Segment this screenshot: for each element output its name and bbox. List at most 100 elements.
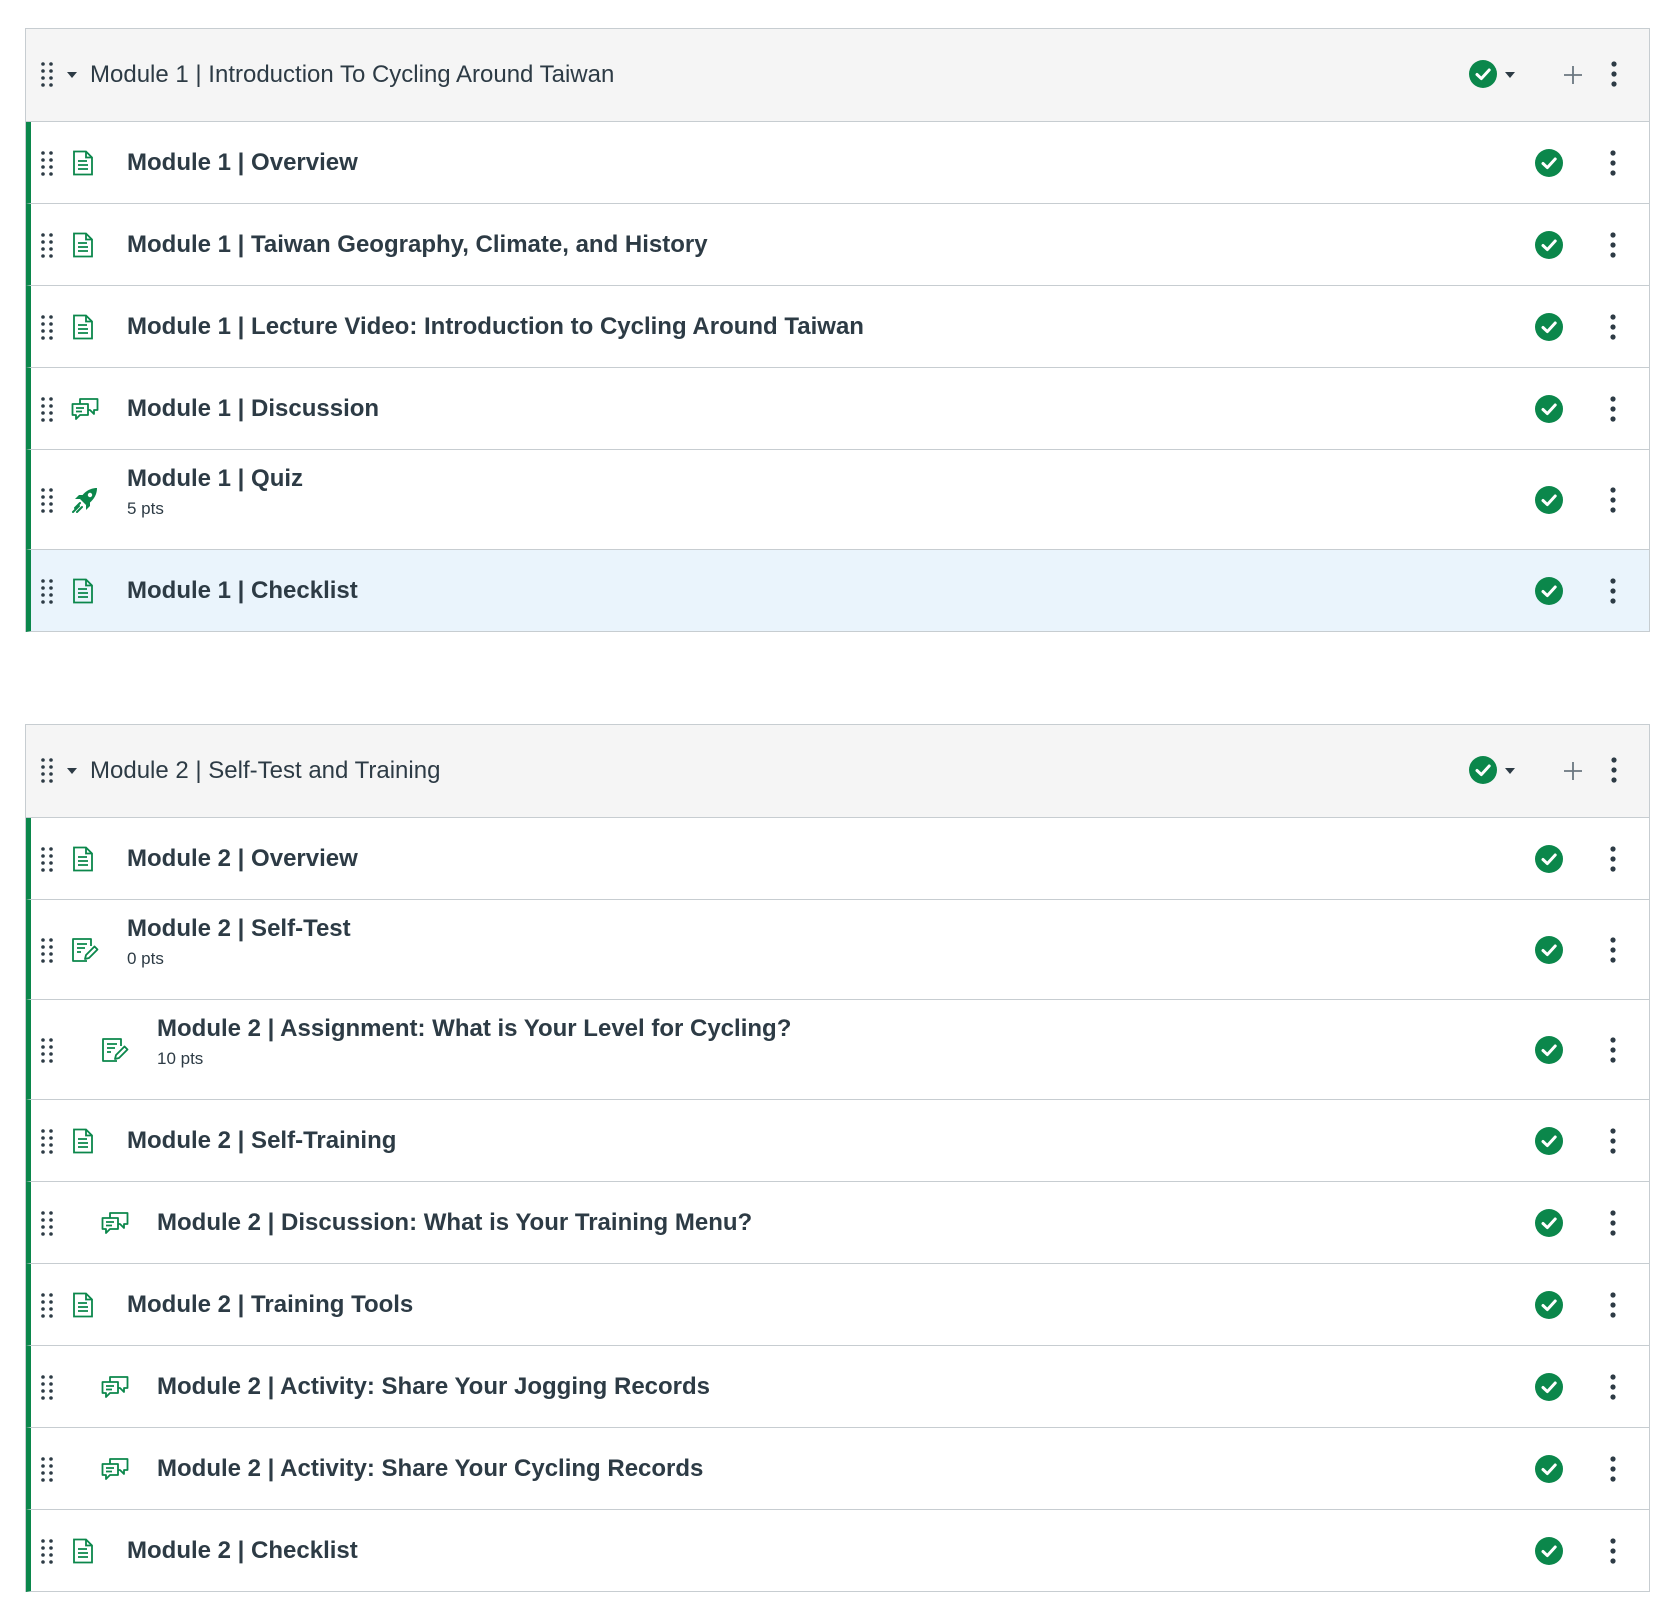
item-published-icon[interactable] <box>1535 312 1563 341</box>
item-title-link[interactable]: Module 1 | Overview <box>127 148 358 178</box>
item-options-icon[interactable] <box>1609 1455 1617 1482</box>
item-title-link[interactable]: Module 2 | Discussion: What is Your Trai… <box>157 1208 752 1238</box>
item-published-icon[interactable] <box>1535 485 1563 514</box>
drag-handle-icon[interactable] <box>40 396 54 422</box>
item-title-link[interactable]: Module 2 | Activity: Share Your Jogging … <box>157 1372 710 1402</box>
item-text: Module 2 | Activity: Share Your Cycling … <box>157 1454 703 1484</box>
item-text: Module 1 | Taiwan Geography, Climate, an… <box>127 230 708 260</box>
drag-handle-icon[interactable] <box>40 232 54 258</box>
module-item[interactable]: Module 2 | Activity: Share Your Cycling … <box>26 1428 1649 1510</box>
item-options-icon[interactable] <box>1609 1537 1617 1564</box>
item-options-icon[interactable] <box>1609 149 1617 176</box>
module-1: Module 1 | Introduction To Cycling Aroun… <box>25 28 1650 632</box>
publish-menu-caret-icon[interactable] <box>1504 70 1516 80</box>
item-title-link[interactable]: Module 1 | Discussion <box>127 394 379 424</box>
module-published-icon[interactable] <box>1469 60 1497 88</box>
drag-handle-icon[interactable] <box>40 1456 54 1482</box>
add-item-icon[interactable] <box>1561 759 1585 783</box>
drag-handle-icon[interactable] <box>40 487 54 513</box>
item-title-link[interactable]: Module 2 | Self-Training <box>127 1126 396 1156</box>
item-options-icon[interactable] <box>1609 936 1617 963</box>
module-item[interactable]: Module 2 | Assignment: What is Your Leve… <box>26 1000 1649 1100</box>
drag-handle-icon[interactable] <box>40 757 54 783</box>
item-options-icon[interactable] <box>1609 231 1617 258</box>
collapse-caret-icon[interactable] <box>66 70 78 80</box>
item-text: Module 2 | Assignment: What is Your Leve… <box>157 1014 791 1070</box>
module-item[interactable]: Module 2 | Self-Test 0 pts <box>26 900 1649 1000</box>
item-title-link[interactable]: Module 1 | Lecture Video: Introduction t… <box>127 312 864 342</box>
item-title-link[interactable]: Module 2 | Training Tools <box>127 1290 413 1320</box>
publish-menu-caret-icon[interactable] <box>1504 766 1516 776</box>
item-text: Module 1 | Quiz 5 pts <box>127 464 303 520</box>
module-item[interactable]: Module 1 | Quiz 5 pts <box>26 450 1649 550</box>
drag-handle-icon[interactable] <box>40 314 54 340</box>
module-item[interactable]: Module 2 | Self-Training <box>26 1100 1649 1182</box>
drag-handle-icon[interactable] <box>40 578 54 604</box>
item-title-link[interactable]: Module 1 | Taiwan Geography, Climate, an… <box>127 230 708 260</box>
drag-handle-icon[interactable] <box>40 1210 54 1236</box>
module-item[interactable]: Module 1 | Overview <box>26 122 1649 204</box>
module-item[interactable]: Module 2 | Overview <box>26 818 1649 900</box>
item-options-icon[interactable] <box>1609 1373 1617 1400</box>
item-published-icon[interactable] <box>1535 1454 1563 1483</box>
item-published-icon[interactable] <box>1535 844 1563 873</box>
drag-handle-icon[interactable] <box>40 150 54 176</box>
drag-handle-icon[interactable] <box>40 61 54 87</box>
item-points: 0 pts <box>127 949 164 968</box>
item-title-link[interactable]: Module 2 | Assignment: What is Your Leve… <box>157 1014 791 1044</box>
item-title-link[interactable]: Module 1 | Checklist <box>127 576 358 606</box>
item-published-icon[interactable] <box>1535 1208 1563 1237</box>
item-title-link[interactable]: Module 2 | Self-Test <box>127 914 351 944</box>
drag-handle-icon[interactable] <box>40 1037 54 1063</box>
item-published-icon[interactable] <box>1535 1126 1563 1155</box>
module-item[interactable]: Module 1 | Discussion <box>26 368 1649 450</box>
item-published-icon[interactable] <box>1535 935 1563 964</box>
module-item[interactable]: Module 1 | Checklist <box>26 550 1649 632</box>
item-title-link[interactable]: Module 2 | Activity: Share Your Cycling … <box>157 1454 703 1484</box>
item-published-icon[interactable] <box>1535 394 1563 423</box>
module-options-icon[interactable] <box>1610 757 1618 783</box>
item-options-icon[interactable] <box>1609 395 1617 422</box>
item-options-icon[interactable] <box>1609 845 1617 872</box>
item-published-icon[interactable] <box>1535 1290 1563 1319</box>
item-points: 5 pts <box>127 499 164 518</box>
collapse-caret-icon[interactable] <box>66 766 78 776</box>
item-text: Module 2 | Training Tools <box>127 1290 413 1320</box>
modules-list: Module 1 | Introduction To Cycling Aroun… <box>0 0 1654 1592</box>
item-published-icon[interactable] <box>1535 1536 1563 1565</box>
module-item[interactable]: Module 2 | Activity: Share Your Jogging … <box>26 1346 1649 1428</box>
module-published-icon[interactable] <box>1469 756 1497 784</box>
item-published-icon[interactable] <box>1535 230 1563 259</box>
item-options-icon[interactable] <box>1609 486 1617 513</box>
module-item[interactable]: Module 2 | Training Tools <box>26 1264 1649 1346</box>
drag-handle-icon[interactable] <box>40 937 54 963</box>
module-item[interactable]: Module 2 | Checklist <box>26 1510 1649 1592</box>
drag-handle-icon[interactable] <box>40 1374 54 1400</box>
item-options-icon[interactable] <box>1609 1291 1617 1318</box>
module-header[interactable]: Module 2 | Self-Test and Training <box>26 725 1649 818</box>
item-options-icon[interactable] <box>1609 1127 1617 1154</box>
item-published-icon[interactable] <box>1535 576 1563 605</box>
item-title-link[interactable]: Module 1 | Quiz <box>127 464 303 494</box>
item-published-icon[interactable] <box>1535 1372 1563 1401</box>
item-title-link[interactable]: Module 2 | Checklist <box>127 1536 358 1566</box>
item-options-icon[interactable] <box>1609 1036 1617 1063</box>
module-options-icon[interactable] <box>1610 61 1618 87</box>
item-options-icon[interactable] <box>1609 313 1617 340</box>
item-options-icon[interactable] <box>1609 1209 1617 1236</box>
drag-handle-icon[interactable] <box>40 1538 54 1564</box>
item-title-link[interactable]: Module 2 | Overview <box>127 844 358 874</box>
item-options-icon[interactable] <box>1609 577 1617 604</box>
drag-handle-icon[interactable] <box>40 1128 54 1154</box>
module-header[interactable]: Module 1 | Introduction To Cycling Aroun… <box>26 29 1649 122</box>
item-text: Module 1 | Lecture Video: Introduction t… <box>127 312 864 342</box>
module-item[interactable]: Module 1 | Taiwan Geography, Climate, an… <box>26 204 1649 286</box>
item-published-icon[interactable] <box>1535 148 1563 177</box>
drag-handle-icon[interactable] <box>40 846 54 872</box>
module-item[interactable]: Module 1 | Lecture Video: Introduction t… <box>26 286 1649 368</box>
add-item-icon[interactable] <box>1561 63 1585 87</box>
page-icon <box>71 1292 95 1318</box>
drag-handle-icon[interactable] <box>40 1292 54 1318</box>
module-item[interactable]: Module 2 | Discussion: What is Your Trai… <box>26 1182 1649 1264</box>
item-published-icon[interactable] <box>1535 1035 1563 1064</box>
